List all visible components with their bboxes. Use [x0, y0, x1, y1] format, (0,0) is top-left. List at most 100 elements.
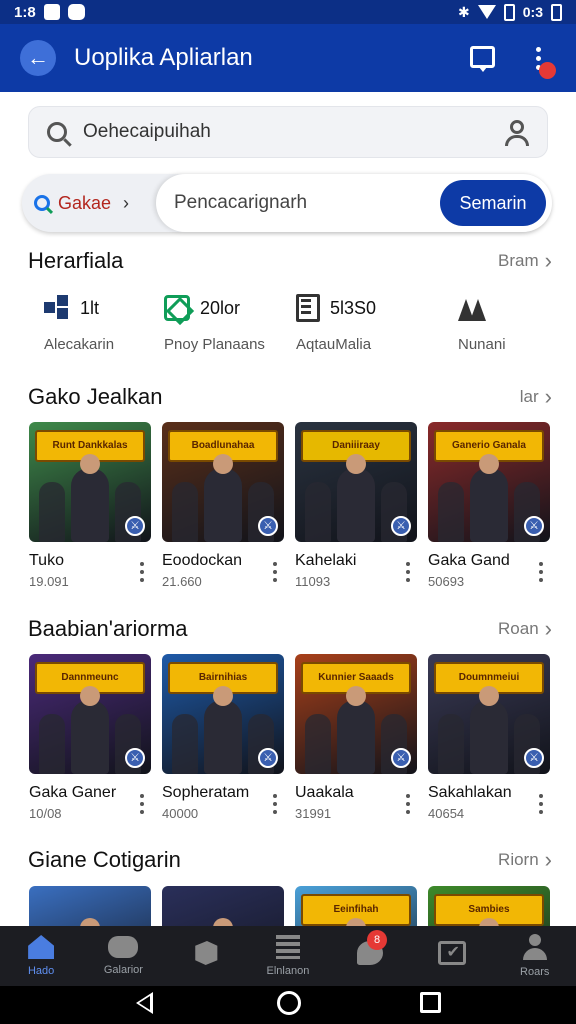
game-art-figure	[305, 714, 331, 774]
cube-icon	[164, 295, 190, 321]
more-options-icon[interactable]	[272, 562, 278, 582]
back-arrow-icon: ←	[27, 45, 49, 70]
game-art-hero	[204, 686, 242, 774]
section-title: Baabian'ariorma	[28, 616, 188, 641]
game-card[interactable]: Kunnier Saaads ⚔ Uaakala 31991	[295, 654, 417, 824]
system-back-icon[interactable]	[136, 992, 153, 1014]
sword-badge-icon: ⚔	[391, 748, 411, 768]
more-options-icon[interactable]	[538, 562, 544, 582]
sword-badge-icon: ⚔	[125, 748, 145, 768]
game-art-figure	[39, 714, 65, 774]
sword-badge-icon: ⚔	[524, 748, 544, 768]
game-count: 50693	[428, 574, 465, 589]
game-thumbnail[interactable]: Daniiiraay ⚔	[295, 422, 417, 542]
stat-item[interactable]: 5l3S0 AqtauMalia	[296, 292, 416, 362]
section-header-3: Giane Cotigarin Riorn ›	[28, 845, 552, 875]
game-card[interactable]: Boadlunahaa ⚔ Eoodockan 21.660	[162, 422, 284, 592]
game-card[interactable]: Daniiiraay ⚔ Kahelaki 11093	[295, 422, 417, 592]
search-icon	[47, 122, 67, 142]
nav-label: Elnlanon	[266, 965, 310, 977]
section-header-2: Baabian'ariorma Roan ›	[28, 614, 552, 644]
notification-icon	[43, 4, 60, 20]
filter-placeholder: Pencacarignarh	[174, 192, 308, 213]
category-search-icon	[34, 195, 50, 211]
chevron-right-icon: ›	[123, 192, 130, 213]
game-thumbnail[interactable]: Runt Dankkalas ⚔	[29, 422, 151, 542]
game-art-figure	[172, 714, 198, 774]
gamepad-icon	[108, 936, 139, 958]
more-options-icon[interactable]	[139, 562, 145, 582]
game-art-figure	[438, 482, 464, 542]
stat-item[interactable]: 20lor Pnoy Planaans	[164, 292, 284, 362]
section-header-1: Gako Jealkan lar ›	[28, 382, 552, 412]
game-thumbnail[interactable]: Ganerio Ganala ⚔	[428, 422, 550, 542]
game-name: Sakahlakan	[428, 784, 512, 801]
system-recents-icon[interactable]	[420, 992, 441, 1013]
game-art-figure	[39, 482, 65, 542]
game-count: 40000	[162, 806, 199, 821]
game-thumbnail[interactable]: Kunnier Saaads ⚔	[295, 654, 417, 774]
see-more-link[interactable]: Bram ›	[498, 248, 552, 274]
grid-icon	[44, 295, 70, 321]
see-more-link[interactable]: Roan ›	[498, 616, 552, 642]
nav-item-profile[interactable]: Roars	[494, 926, 576, 986]
nav-item-list[interactable]: Elnlanon	[247, 926, 329, 986]
see-more-label: Roan	[498, 619, 539, 638]
more-options-icon[interactable]	[272, 794, 278, 814]
game-art-hero	[204, 454, 242, 542]
notification-dot	[539, 62, 556, 79]
game-thumbnail[interactable]: Dannmeunc ⚔	[29, 654, 151, 774]
filter-input[interactable]: Pencacarignarh Semarin	[156, 174, 552, 232]
game-card[interactable]: Runt Dankkalas ⚔ Tuko 19.091	[29, 422, 151, 592]
account-icon[interactable]	[505, 120, 529, 146]
nav-item-games[interactable]: Galarior	[82, 926, 164, 986]
game-art-figure	[172, 482, 198, 542]
game-thumbnail[interactable]: Doumnmeiui ⚔	[428, 654, 550, 774]
see-more-link[interactable]: lar ›	[520, 384, 552, 410]
game-name: Gaka Gand	[428, 552, 510, 569]
app-notification-icon	[67, 4, 85, 20]
more-options-icon[interactable]	[405, 562, 411, 582]
stat-value: 20lor	[200, 297, 241, 318]
section-title: Herarfiala	[28, 248, 124, 273]
game-count: 11093	[295, 574, 331, 589]
game-card[interactable]: Bairnihias ⚔ Sopheratam 40000	[162, 654, 284, 824]
more-options-icon[interactable]	[405, 794, 411, 814]
section-title: Gako Jealkan	[28, 384, 163, 409]
more-options-icon[interactable]	[139, 794, 145, 814]
game-art-hero	[71, 454, 109, 542]
sword-badge-icon: ⚔	[258, 748, 278, 768]
status-bar: 1:8 ✱ 0:3	[0, 0, 576, 24]
more-options-icon[interactable]	[538, 794, 544, 814]
nav-item-box[interactable]	[165, 926, 247, 986]
bottom-nav: Hado Galarior Elnlanon Roars	[0, 926, 576, 986]
cast-icon[interactable]	[470, 46, 495, 72]
see-more-link[interactable]: Riorn ›	[498, 847, 552, 873]
back-button[interactable]: ←	[20, 40, 56, 76]
game-thumbnail[interactable]: Bairnihias ⚔	[162, 654, 284, 774]
category-chip[interactable]: Gakae ›	[34, 186, 129, 220]
stat-label: Pnoy Planaans	[164, 336, 265, 353]
mountain-icon	[458, 295, 488, 321]
battery-level-icon	[551, 3, 562, 21]
sword-badge-icon: ⚔	[125, 516, 145, 536]
game-thumbnail[interactable]: Boadlunahaa ⚔	[162, 422, 284, 542]
game-name: Sopheratam	[162, 784, 250, 801]
wifi-icon	[477, 5, 496, 19]
search-input[interactable]: Oehecaipuihah	[28, 106, 548, 158]
stat-label: Nunani	[458, 336, 506, 353]
sword-badge-icon: ⚔	[258, 516, 278, 536]
game-card[interactable]: Dannmeunc ⚔ Gaka Ganer 10/08	[29, 654, 151, 824]
see-more-label: lar	[519, 387, 539, 406]
game-card[interactable]: Doumnmeiui ⚔ Sakahlakan 40654	[428, 654, 550, 824]
system-home-icon[interactable]	[277, 991, 301, 1015]
nav-item-check[interactable]	[411, 926, 493, 986]
stat-value: 1lt	[80, 297, 100, 318]
stat-item[interactable]: 1lt Alecakarin	[44, 292, 164, 362]
game-card[interactable]: Ganerio Ganala ⚔ Gaka Gand 50693	[428, 422, 550, 592]
stat-item[interactable]: Nunani	[458, 292, 576, 362]
filter-search-button[interactable]: Semarin	[440, 180, 546, 226]
nav-item-home[interactable]: Hado	[0, 926, 82, 986]
filter-row: Gakae › Pencacarignarh Semarin	[22, 174, 552, 232]
status-right-text: 0:3	[522, 4, 543, 20]
